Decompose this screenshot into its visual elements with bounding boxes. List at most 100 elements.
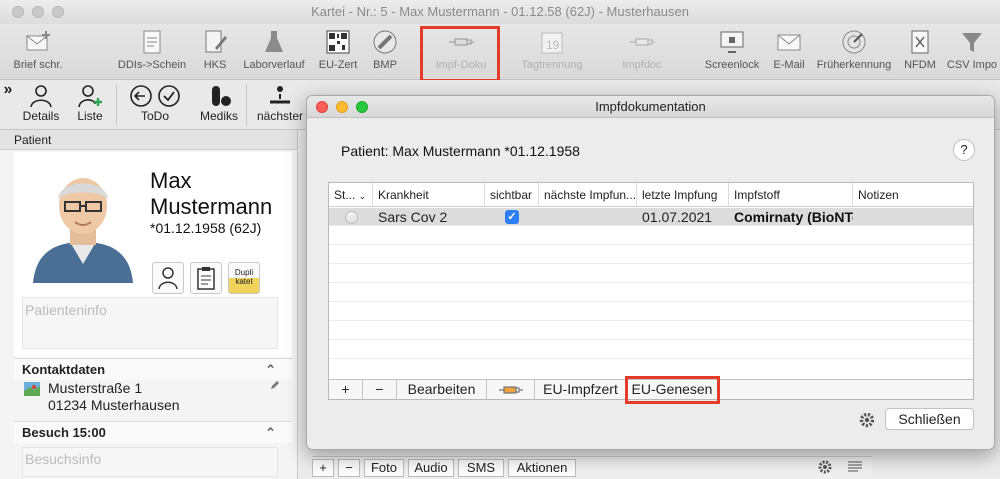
- list-icon[interactable]: [848, 461, 862, 473]
- dialog-patient-line: Patient: Max Mustermann *01.12.1958: [341, 143, 580, 159]
- close-window-button[interactable]: [12, 6, 24, 18]
- syringe-icon: [630, 38, 655, 46]
- address-street: Musterstraße 1: [48, 380, 143, 396]
- pencil-icon[interactable]: [270, 380, 280, 390]
- patient-label: Patient:: [341, 143, 389, 159]
- visit-header-label: Besuch 15:00: [22, 425, 106, 440]
- close-button[interactable]: Schließen: [885, 408, 974, 430]
- table-row-empty: [329, 341, 973, 359]
- column-header-notizen[interactable]: Notizen: [853, 183, 973, 207]
- toolbar-frueherkennung-button[interactable]: Früherkennung: [812, 24, 896, 78]
- duplikat-button[interactable]: Dupli katet: [228, 262, 260, 294]
- toolbar-tagtrennung-button[interactable]: 19 Tagtrennung: [516, 24, 588, 78]
- toolbar-separator: [246, 84, 247, 126]
- dialog-minimize-button[interactable]: [336, 101, 348, 113]
- zoom-window-button[interactable]: [52, 6, 64, 18]
- toolbar-bmp-button[interactable]: BMP: [366, 24, 404, 78]
- column-header-letzte[interactable]: letzte Impfung: [637, 183, 729, 207]
- table-row-empty: [329, 303, 973, 321]
- column-header-naechste[interactable]: nächste Impfun...: [539, 183, 637, 207]
- table-row-empty: [329, 284, 973, 302]
- column-header-impfstoff[interactable]: Impfstoff: [729, 183, 853, 207]
- funnel-icon: [962, 33, 982, 52]
- patient-dob: *01.12.1958 (62J): [150, 220, 262, 236]
- cell-impfstoff: Comirnaty (BioNTech): [734, 209, 853, 225]
- minimize-window-button[interactable]: [32, 6, 44, 18]
- table-row-empty: [329, 265, 973, 283]
- toolbar-impfdoc-button[interactable]: Impfdoc: [612, 24, 672, 78]
- dialog-close-button[interactable]: [316, 101, 328, 113]
- gear-icon[interactable]: [818, 460, 832, 474]
- collapse-chevron-icon[interactable]: »: [2, 82, 14, 128]
- toolbar-nfdm-button[interactable]: NFDM: [900, 24, 940, 78]
- column-header-status[interactable]: St... ⌄: [329, 183, 373, 207]
- mail-icon: [777, 34, 801, 51]
- details-button[interactable]: Details: [18, 82, 64, 128]
- remove-attachment-button[interactable]: −: [338, 459, 360, 477]
- todo-button[interactable]: ToDo: [122, 82, 188, 128]
- toolbar-laborverlauf-button[interactable]: Laborverlauf: [238, 24, 310, 78]
- syringe-button[interactable]: [487, 380, 535, 400]
- window-title: Kartei - Nr.: 5 - Max Mustermann - 01.12…: [311, 4, 689, 19]
- cell-letzte: 01.07.2021: [642, 209, 713, 225]
- vaccination-table: St... ⌄ Krankheit sichtbar nächste Impfu…: [328, 182, 974, 400]
- patient-panel: Patient Max Mustermann *01.12.1958 (62J)…: [0, 130, 298, 479]
- chevron-up-icon[interactable]: ⌃: [265, 422, 276, 444]
- toolbar-screenlock-button[interactable]: Screenlock: [700, 24, 764, 78]
- mediks-button[interactable]: Mediks: [196, 82, 242, 128]
- contact-address: Musterstraße 1 01234 Musterhausen: [48, 380, 180, 414]
- column-label: Notizen: [858, 188, 899, 202]
- toolbar-email-button[interactable]: E-Mail: [770, 24, 808, 78]
- eu-impfzert-button[interactable]: EU-Impfzert: [535, 380, 627, 400]
- chevron-up-icon[interactable]: ⌃: [265, 359, 276, 381]
- toolbar-ddis-button[interactable]: DDIs->Schein: [112, 24, 192, 78]
- contact-section-header[interactable]: Kontaktdaten ⌃: [14, 358, 292, 380]
- dialog-zoom-button[interactable]: [356, 101, 368, 113]
- aktionen-button[interactable]: Aktionen: [508, 459, 576, 477]
- duplikat-label: Dupli katet: [234, 268, 254, 286]
- edit-button[interactable]: Bearbeiten: [397, 380, 487, 400]
- medical-doc-icon: [911, 30, 929, 54]
- patient-clipboard-button[interactable]: [190, 262, 222, 294]
- address-city: 01234 Musterhausen: [48, 397, 180, 413]
- column-label: sichtbar: [490, 188, 533, 202]
- status-radio[interactable]: [345, 211, 358, 224]
- column-header-krankheit[interactable]: Krankheit: [373, 183, 485, 207]
- patient-card: Max Mustermann *01.12.1958 (62J) Dupli k…: [14, 152, 292, 357]
- toolbar-eu-zert-button[interactable]: EU-Zert: [314, 24, 362, 78]
- window-title-bar: Kartei - Nr.: 5 - Max Mustermann - 01.12…: [0, 0, 1000, 24]
- next-patient-icon: [270, 86, 290, 104]
- column-label: letzte Impfung: [642, 188, 718, 202]
- foto-button[interactable]: Foto: [364, 459, 404, 477]
- patient-last-name: Mustermann: [150, 194, 273, 219]
- toolbar-csv-import-button[interactable]: CSV Impo: [944, 24, 1000, 78]
- toolbar-hks-button[interactable]: HKS: [198, 24, 232, 78]
- gear-icon[interactable]: [859, 412, 875, 428]
- liste-button[interactable]: Liste: [68, 82, 112, 128]
- map-icon[interactable]: [24, 382, 40, 396]
- patient-value: Max Mustermann *01.12.1958: [392, 143, 580, 159]
- impf-doku-highlight-frame: [420, 26, 500, 82]
- impfdokumentation-dialog: Impfdokumentation Patient: Max Musterman…: [306, 95, 995, 450]
- add-attachment-button[interactable]: +: [312, 459, 334, 477]
- sms-button[interactable]: SMS: [458, 459, 504, 477]
- eu-genesen-highlight-frame: [625, 376, 720, 404]
- add-vaccination-button[interactable]: +: [329, 380, 363, 400]
- table-row-empty: [329, 322, 973, 340]
- sichtbar-checkbox[interactable]: ✓: [505, 210, 519, 224]
- visit-section-header[interactable]: Besuch 15:00 ⌃: [14, 421, 292, 443]
- toolbar-separator: [116, 84, 117, 126]
- remove-vaccination-button[interactable]: −: [363, 380, 397, 400]
- column-header-sichtbar[interactable]: sichtbar: [485, 183, 539, 207]
- patient-name: Max Mustermann: [150, 168, 272, 220]
- toolbar-brief-button[interactable]: Brief schr.: [6, 24, 70, 78]
- help-button[interactable]: ?: [953, 139, 975, 161]
- attachments-bar: + − Foto Audio SMS Aktionen: [312, 456, 872, 478]
- patient-details-button[interactable]: [152, 262, 184, 294]
- naechster-button[interactable]: nächster: [252, 82, 308, 128]
- audio-button[interactable]: Audio: [408, 459, 454, 477]
- table-header: St... ⌄ Krankheit sichtbar nächste Impfu…: [329, 183, 973, 207]
- visit-info-field[interactable]: Besuchsinfo: [22, 447, 278, 477]
- table-row[interactable]: Sars Cov 2 ✓ 01.07.2021 Comirnaty (BioNT…: [329, 208, 973, 226]
- patient-info-field[interactable]: Patienteninfo: [22, 297, 278, 349]
